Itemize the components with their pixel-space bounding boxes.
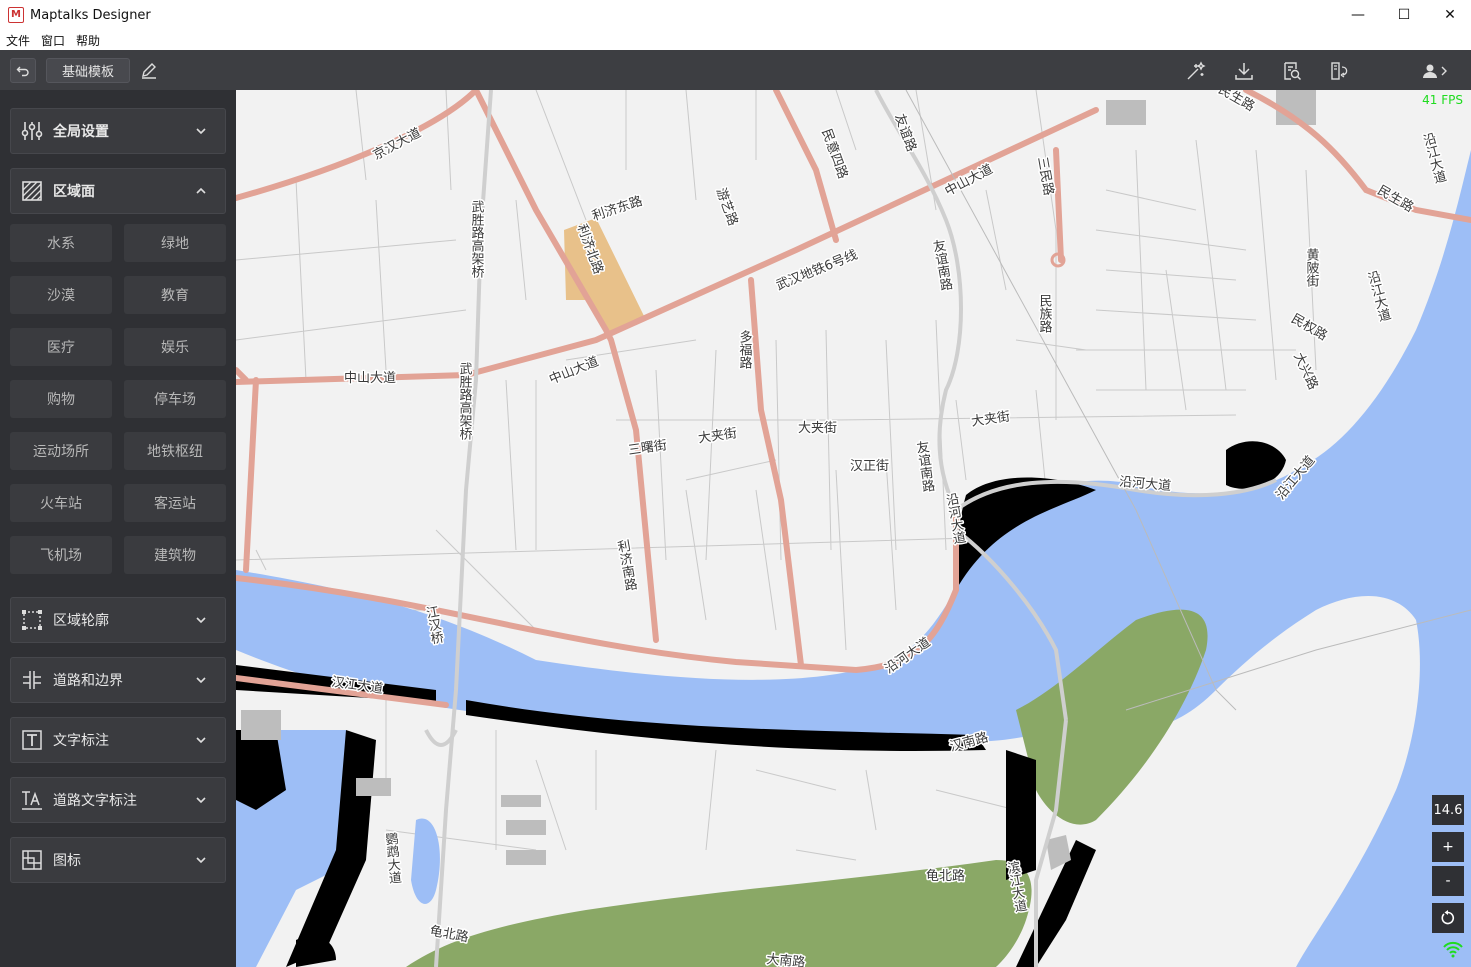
map-label: 民族路 xyxy=(1037,294,1053,333)
area-item-railway-station[interactable]: 火车站 xyxy=(10,484,112,522)
edit-icon[interactable] xyxy=(138,60,160,82)
section-text-labels[interactable]: 文字标注 xyxy=(10,717,226,763)
rotate-reset-icon xyxy=(1441,910,1455,925)
area-item-metro-hub[interactable]: 地铁枢纽 xyxy=(124,432,226,470)
area-item-building[interactable]: 建筑物 xyxy=(124,536,226,574)
reset-rotation-button[interactable] xyxy=(1432,903,1464,933)
section-label: 道路和边界 xyxy=(53,673,123,689)
hatched-area-icon xyxy=(22,181,42,201)
pond-water xyxy=(411,818,440,904)
menu-help[interactable]: 帮助 xyxy=(76,32,100,49)
map-label: 大夹街 xyxy=(798,421,837,436)
section-label: 文字标注 xyxy=(53,733,109,749)
chevron-down-icon xyxy=(196,737,206,744)
chevron-down-icon xyxy=(196,128,206,135)
search-document-icon[interactable] xyxy=(1281,60,1303,82)
menu-bar: 文件 窗口 帮助 xyxy=(0,30,1471,50)
map-label: 中山大道 xyxy=(344,371,396,386)
section-road-text-labels[interactable]: 道路文字标注 xyxy=(10,777,226,823)
area-item-greenland[interactable]: 绿地 xyxy=(124,224,226,262)
area-item-parking[interactable]: 停车场 xyxy=(124,380,226,418)
chevron-up-icon xyxy=(196,187,206,194)
map-canvas[interactable]: 京汉大道 民生路 民生路 利济东路 利济北路 民意四路 友谊路 中山大道 三民路… xyxy=(236,90,1471,967)
area-item-sports[interactable]: 运动场所 xyxy=(10,432,112,470)
app-logo-icon: M xyxy=(8,7,24,23)
toolbar: 基础模板 xyxy=(0,50,1471,90)
text-icon xyxy=(22,730,42,750)
undo-icon xyxy=(16,66,29,76)
chevron-down-icon xyxy=(196,617,206,624)
chevron-down-icon xyxy=(196,857,206,864)
zoom-out-button[interactable]: - xyxy=(1432,866,1464,896)
section-label: 图标 xyxy=(53,853,81,869)
area-item-desert[interactable]: 沙漠 xyxy=(10,276,112,314)
minimize-button[interactable]: — xyxy=(1335,0,1381,30)
area-item-bus-station[interactable]: 客运站 xyxy=(124,484,226,522)
zoom-level: 14.6 xyxy=(1432,795,1464,825)
section-area-outline[interactable]: 区域轮廓 xyxy=(10,597,226,643)
maximize-button[interactable]: ☐ xyxy=(1381,0,1427,30)
map-label: 龟北路 xyxy=(926,868,965,884)
section-label: 道路文字标注 xyxy=(53,793,137,809)
area-item-shopping[interactable]: 购物 xyxy=(10,380,112,418)
map-label: 汉正街 xyxy=(850,459,889,474)
area-item-education[interactable]: 教育 xyxy=(124,276,226,314)
back-button[interactable] xyxy=(10,58,36,83)
sliders-icon xyxy=(21,122,43,140)
section-area-fill[interactable]: 区域面 xyxy=(10,168,226,214)
section-global-settings[interactable]: 全局设置 xyxy=(10,108,226,154)
user-menu-icon[interactable] xyxy=(1420,60,1450,82)
map-label: 武胜路高架桥 xyxy=(457,362,473,441)
map-label: 黄陂街 xyxy=(1304,248,1320,287)
area-item-entertainment[interactable]: 娱乐 xyxy=(124,328,226,366)
icon-layer-icon xyxy=(22,850,42,870)
close-button[interactable]: ✕ xyxy=(1427,0,1471,30)
window-titlebar: M Maptalks Designer — ☐ ✕ xyxy=(0,0,1471,30)
style-sidebar: 全局设置 区域面 水系 绿地 沙漠 教育 医疗 娱乐 购物 停车场 运动场所 地… xyxy=(0,90,236,967)
compare-icon[interactable] xyxy=(1329,60,1351,82)
section-roads-boundaries[interactable]: 道路和边界 xyxy=(10,657,226,703)
window-title: Maptalks Designer xyxy=(30,7,151,23)
section-icons[interactable]: 图标 xyxy=(10,837,226,883)
menu-file[interactable]: 文件 xyxy=(6,32,30,49)
menu-window[interactable]: 窗口 xyxy=(41,32,65,49)
map-label: 武胜路高架桥 xyxy=(469,200,485,279)
template-button[interactable]: 基础模板 xyxy=(46,58,130,83)
area-item-airport[interactable]: 飞机场 xyxy=(10,536,112,574)
section-label: 区域面 xyxy=(53,184,95,200)
chevron-down-icon xyxy=(196,677,206,684)
map-label: 多福路 xyxy=(737,329,753,369)
magic-wand-icon[interactable] xyxy=(1185,60,1207,82)
download-icon[interactable] xyxy=(1233,60,1255,82)
dashed-outline-icon xyxy=(22,610,42,630)
zoom-in-button[interactable]: + xyxy=(1432,832,1464,862)
chevron-down-icon xyxy=(196,797,206,804)
wifi-status-icon xyxy=(1443,941,1463,958)
area-item-water[interactable]: 水系 xyxy=(10,224,112,262)
section-label: 全局设置 xyxy=(53,124,109,140)
roads-icon xyxy=(23,671,41,689)
area-item-medical[interactable]: 医疗 xyxy=(10,328,112,366)
road-text-icon xyxy=(22,791,42,810)
section-label: 区域轮廓 xyxy=(53,613,109,629)
fps-indicator: 41 FPS xyxy=(1422,93,1463,107)
